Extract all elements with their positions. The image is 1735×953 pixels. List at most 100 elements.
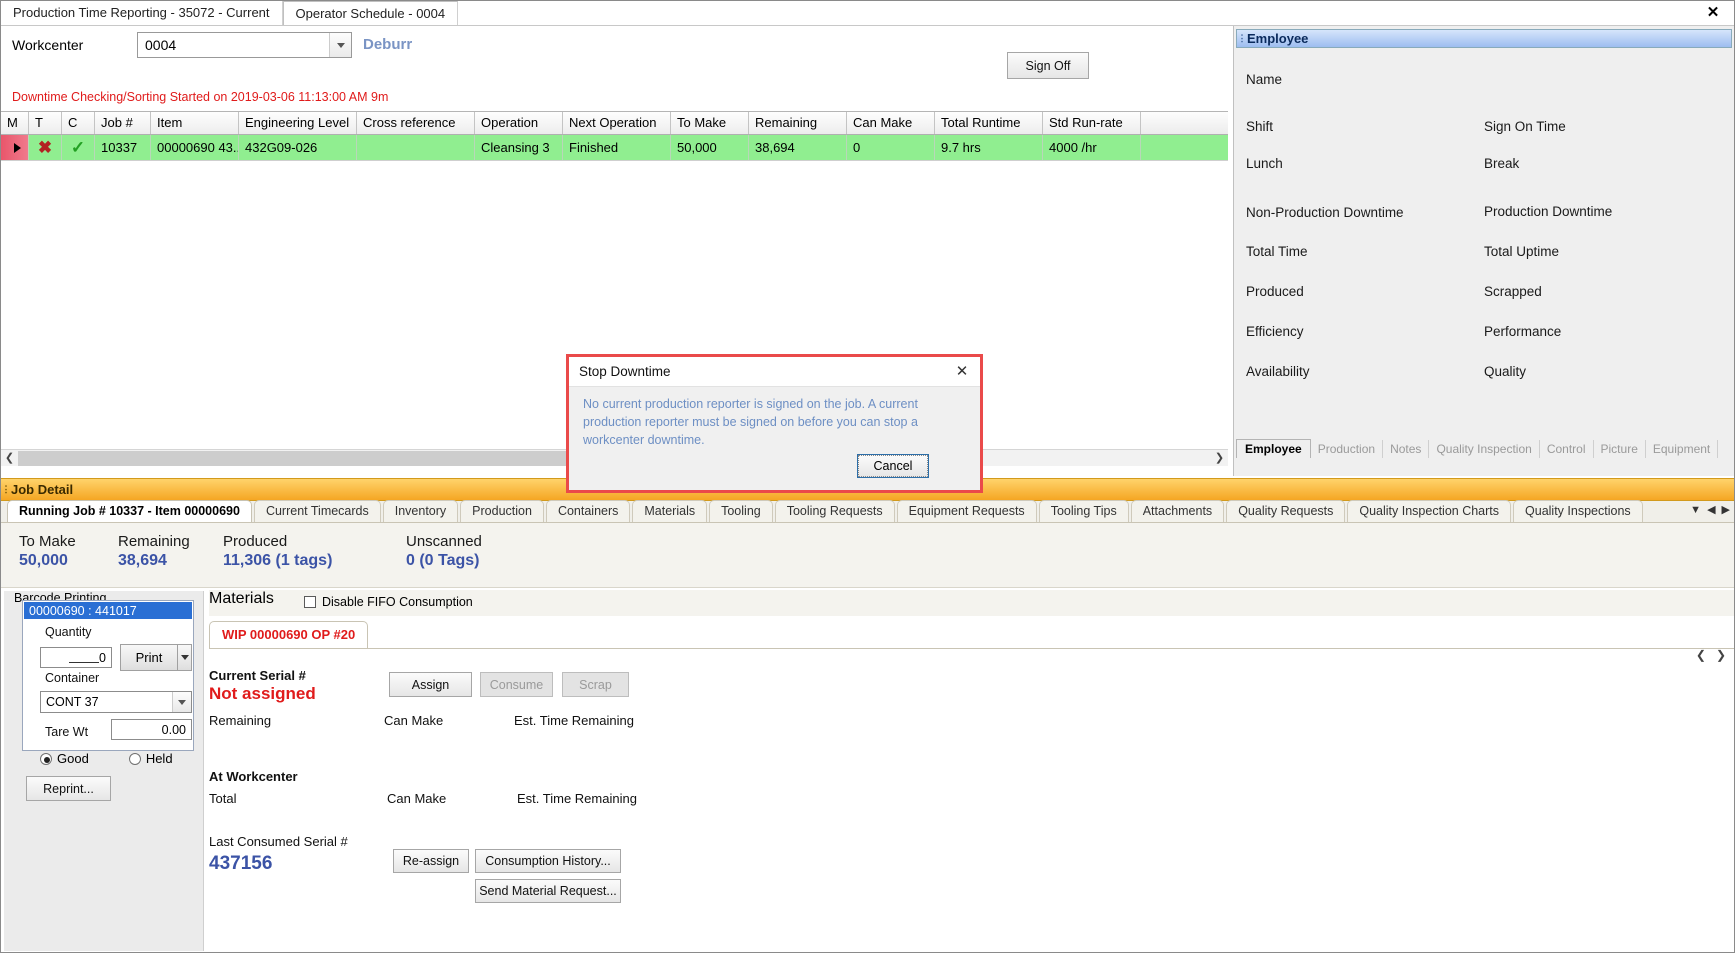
tab-list-dropdown-icon[interactable]: ▼ [1690,504,1701,516]
tab-production[interactable]: Production [1311,440,1384,458]
tab-attachments[interactable]: Attachments [1130,500,1225,522]
grid-col-remaining[interactable]: Remaining [749,112,847,134]
consumption-history-button[interactable]: Consumption History... [475,849,621,873]
grid-col-item[interactable]: Item [151,112,239,134]
tab-scroll-left-icon[interactable]: ◀ [1707,503,1715,516]
materials-panel: Materials Disable FIFO Consumption ❮ ❯ W… [209,590,1734,952]
employee-field-name: Name [1246,72,1283,87]
x-mark-icon[interactable]: ✖ [29,135,62,160]
sign-off-button[interactable]: Sign Off [1007,52,1089,79]
materials-header: Materials Disable FIFO Consumption ❮ ❯ [209,590,1734,662]
row-selector-arrow-icon[interactable] [1,135,29,160]
table-row[interactable]: ✖ ✓ 10337 00000690 43... 432G09-026 Clea… [1,135,1228,161]
stat-value: 11,306 (1 tags) [223,552,333,569]
grid-col-to-make[interactable]: To Make [671,112,749,134]
tab-label: Quality Requests [1238,504,1334,518]
employee-field-production-downtime: Production Downtime [1484,204,1613,219]
container-select[interactable]: CONT 37 [40,691,192,713]
tab-quality-inspection-charts[interactable]: Quality Inspection Charts [1347,500,1512,522]
tab-label: Tooling Requests [786,504,883,518]
checkbox-icon[interactable] [304,596,316,608]
scrap-button[interactable]: Scrap [562,672,629,697]
chevron-down-icon[interactable] [329,33,351,57]
tab-quality-inspections[interactable]: Quality Inspections [1513,500,1643,522]
container-select-value: CONT 37 [46,695,99,709]
tab-quality-requests[interactable]: Quality Requests [1226,500,1346,522]
cancel-button[interactable]: Cancel [857,454,929,478]
barcode-selected-item[interactable]: 00000690 : 441017 [24,602,192,619]
check-mark-icon[interactable]: ✓ [62,135,95,160]
quantity-label: Quantity [45,625,92,639]
tab-inventory[interactable]: Inventory [382,500,459,522]
tab-equipment[interactable]: Equipment [1646,440,1719,458]
tab-tooling-tips[interactable]: Tooling Tips [1038,500,1129,522]
tab-production[interactable]: Production [460,500,544,522]
tab-quality-inspection[interactable]: Quality Inspection [1429,440,1540,458]
radio-held-icon[interactable] [128,752,141,765]
re-assign-button[interactable]: Re-assign [393,849,469,873]
consume-button[interactable]: Consume [480,672,553,697]
tab-tooling[interactable]: Tooling [709,500,773,522]
tab-materials[interactable]: Materials [632,500,708,522]
job-detail-tabstrip: Running Job # 10337 - Item 00000690 Curr… [1,500,1734,523]
radio-good-icon[interactable] [40,752,52,765]
serial-can-make-label: Can Make [384,713,444,728]
cell-operation: Cleansing 3 [475,135,563,160]
drag-grip-icon[interactable]: ⋮ [1237,33,1247,44]
reprint-button[interactable]: Reprint... [26,776,111,801]
tab-wip-operation[interactable]: WIP 00000690 OP #20 [209,621,369,648]
tab-equipment-requests[interactable]: Equipment Requests [896,500,1037,522]
print-options-dropdown-icon[interactable] [178,644,192,671]
grid-col-cross-reference[interactable]: Cross reference [357,112,475,134]
grid-col-t[interactable]: T [29,112,62,134]
tab-running-job[interactable]: Running Job # 10337 - Item 00000690 [7,500,252,522]
serial-remaining-label: Remaining [209,713,272,728]
grid-col-engineering-level[interactable]: Engineering Level [239,112,357,134]
assign-button[interactable]: Assign [389,672,472,697]
workcenter-select[interactable]: 0004 [137,32,352,58]
print-button[interactable]: Print [120,644,178,671]
radio-good-label: Good [57,751,89,766]
grid-col-c[interactable]: C [62,112,95,134]
grid-col-job[interactable]: Job # [95,112,151,134]
close-icon[interactable]: ✕ [1702,3,1724,23]
tab-containers[interactable]: Containers [545,500,631,522]
chevron-down-icon[interactable] [172,692,191,712]
scroll-left-icon[interactable]: ❮ [1,450,18,467]
radio-held-label: Held [145,751,173,766]
disable-fifo-checkbox[interactable]: Disable FIFO Consumption [304,595,473,609]
tare-wt-input[interactable]: 0.00 [111,719,192,740]
radio-good[interactable]: Good [40,751,89,766]
employee-panel-body: Name Shift Sign On Time Lunch Break Non-… [1234,48,1734,448]
grid-col-total-runtime[interactable]: Total Runtime [935,112,1043,134]
tab-employee[interactable]: Employee [1236,439,1311,458]
cell-to-make: 50,000 [671,135,749,160]
tab-scroll-right-icon[interactable]: ▶ [1722,503,1730,516]
employee-field-total-time: Total Time [1246,244,1308,259]
drag-grip-icon[interactable]: ⋮ [1,484,11,495]
close-icon[interactable]: ✕ [952,362,972,382]
tab-notes[interactable]: Notes [1383,440,1430,458]
window-tab-production-time-reporting[interactable]: Production Time Reporting - 35072 - Curr… [1,1,283,25]
stat-label: Remaining [118,533,190,550]
radio-held[interactable]: Held [128,751,173,766]
window-tab-label: Production Time Reporting - 35072 - Curr… [13,5,270,20]
tab-label: Tooling Tips [1050,504,1117,518]
grid-col-can-make[interactable]: Can Make [847,112,935,134]
materials-scroll-left-icon[interactable]: ❮ [1696,648,1706,662]
grid-col-operation[interactable]: Operation [475,112,563,134]
quantity-input[interactable]: 0 [40,647,112,668]
scroll-right-icon[interactable]: ❯ [1211,450,1228,467]
tab-tooling-requests[interactable]: Tooling Requests [774,500,895,522]
grid-col-next-operation[interactable]: Next Operation [563,112,671,134]
send-material-request-label: Send Material Request... [479,884,617,898]
materials-scroll-right-icon[interactable]: ❯ [1716,648,1726,662]
tab-picture[interactable]: Picture [1594,440,1646,458]
grid-col-std-run-rate[interactable]: Std Run-rate [1043,112,1141,134]
send-material-request-button[interactable]: Send Material Request... [475,879,621,903]
tab-current-timecards[interactable]: Current Timecards [253,500,381,522]
tab-control[interactable]: Control [1540,440,1594,458]
window-tab-operator-schedule[interactable]: Operator Schedule - 0004 [282,1,459,25]
downtime-status-message: Downtime Checking/Sorting Started on 201… [12,90,389,104]
grid-col-m[interactable]: M [1,112,29,134]
